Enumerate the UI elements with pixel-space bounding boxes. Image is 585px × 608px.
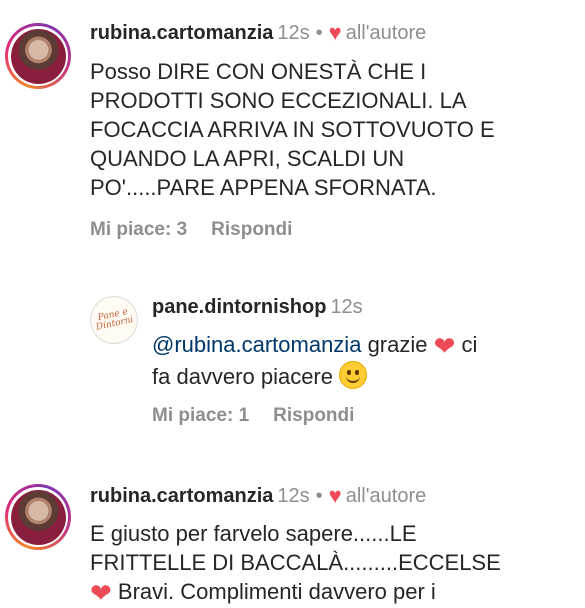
- username[interactable]: rubina.cartomanzia: [90, 22, 273, 44]
- avatar-story-ring[interactable]: [5, 23, 71, 89]
- comment-actions: Mi piace: 3 Rispondi: [90, 218, 292, 242]
- comment-header: rubina.cartomanzia 12s • ♥ all'autore: [90, 484, 426, 508]
- reply-comment: Pane e Dintorni pane.dintornishop 12s @ru…: [0, 290, 585, 440]
- username[interactable]: pane.dintornishop: [152, 296, 326, 318]
- likes-count[interactable]: Mi piace: 1: [152, 405, 249, 426]
- reply-header: pane.dintornishop 12s: [152, 295, 363, 319]
- comment-text: Posso DIRE CON ONESTÀ CHE I PRODOTTI SON…: [90, 59, 495, 200]
- heart-emoji-icon: ❤: [433, 331, 456, 361]
- reply-actions: Mi piace: 1 Rispondi: [152, 404, 354, 428]
- avatar[interactable]: Pane e Dintorni: [90, 296, 138, 344]
- separator: •: [315, 485, 323, 507]
- reply-text: @rubina.cartomanzia grazie ❤ ci fa davve…: [152, 331, 478, 389]
- timestamp[interactable]: 12s: [277, 485, 309, 507]
- heart-emoji-icon: ❤: [90, 578, 112, 608]
- shop-logo: Pane e Dintorni: [95, 307, 135, 333]
- reply-button[interactable]: Rispondi: [273, 405, 354, 426]
- likes-count[interactable]: Mi piace: 3: [90, 219, 187, 240]
- avatar: [10, 489, 66, 545]
- comment-1: rubina.cartomanzia 12s • ♥ all'autore Posso …: [0, 0, 585, 260]
- liked-by-author-label: all'autore: [345, 22, 427, 44]
- avatar-story-ring[interactable]: [5, 484, 71, 550]
- timestamp[interactable]: 12s: [330, 296, 362, 318]
- comment-2: rubina.cartomanzia 12s • ♥ all'autore E gius…: [0, 470, 585, 608]
- liked-by-author-label: all'autore: [345, 485, 427, 507]
- avatar: [10, 28, 66, 84]
- heart-icon: ♥: [328, 483, 342, 508]
- smile-emoji-icon: [339, 361, 368, 389]
- username[interactable]: rubina.cartomanzia: [90, 485, 273, 507]
- heart-icon: ♥: [328, 20, 342, 45]
- mention-link[interactable]: @rubina.cartomanzia: [152, 332, 361, 357]
- timestamp[interactable]: 12s: [277, 22, 309, 44]
- reply-button[interactable]: Rispondi: [211, 219, 292, 240]
- comment-header: rubina.cartomanzia 12s • ♥ all'autore: [90, 21, 426, 45]
- separator: •: [315, 22, 323, 44]
- comment-text: E giusto per farvelo sapere......LE FRIT…: [90, 521, 501, 608]
